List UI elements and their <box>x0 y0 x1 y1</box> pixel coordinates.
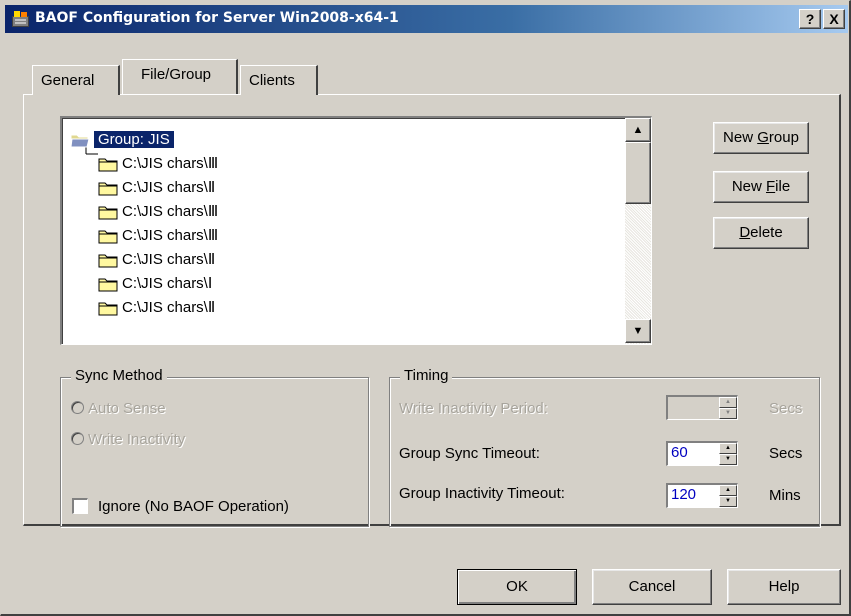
timing-legend: Timing <box>400 367 453 384</box>
ok-button[interactable]: OK <box>457 569 577 605</box>
spin-up-arrow-icon[interactable]: ▲ <box>719 397 737 408</box>
new-group-button[interactable]: New Group <box>713 122 809 154</box>
tree-item-label: C:\JIS chars\Ⅱ <box>122 179 216 196</box>
auto-sense-label: Auto Sense <box>88 400 166 417</box>
tree-item-label: C:\JIS chars\Ⅲ <box>122 203 219 220</box>
spin-down-arrow-icon[interactable]: ▼ <box>719 454 737 465</box>
folder-icon <box>98 230 118 244</box>
group-inactivity-unit: Mins <box>769 487 801 504</box>
folder-icon <box>98 278 118 292</box>
tree-item[interactable]: C:\JIS chars\Ⅰ <box>98 272 212 295</box>
ignore-checkbox[interactable] <box>72 498 88 514</box>
tree-item[interactable]: C:\JIS chars\Ⅲ <box>98 224 218 247</box>
write-inactivity-period-spinner[interactable]: ▲ ▼ <box>666 395 738 420</box>
file-group-tree[interactable]: Group: JIS C:\JIS chars\Ⅲ C:\JIS chars\Ⅱ… <box>60 116 652 345</box>
tree-scrollbar[interactable]: ▲ ▼ <box>625 118 651 344</box>
sync-method-legend: Sync Method <box>71 367 167 384</box>
folder-icon <box>98 158 118 172</box>
tab-clients[interactable]: Clients <box>240 65 318 95</box>
help-title-button[interactable]: ? <box>799 9 821 29</box>
new-group-label-prefix: New <box>723 129 758 146</box>
spin-down-arrow-icon[interactable]: ▼ <box>719 496 737 507</box>
tree-item-label: C:\JIS chars\Ⅱ <box>122 251 216 268</box>
spin-down-arrow-icon[interactable]: ▼ <box>719 408 737 419</box>
window-title: BAOF Configuration for Server Win2008-x6… <box>35 10 399 26</box>
delete-button[interactable]: Delete <box>713 217 809 249</box>
tree-item[interactable]: C:\JIS chars\Ⅲ <box>98 200 218 223</box>
tab-general[interactable]: General <box>32 65 120 95</box>
new-group-label-rest: roup <box>768 129 799 146</box>
write-inactivity-label: Write Inactivity <box>88 431 186 448</box>
spin-buttons[interactable]: ▲ ▼ <box>719 443 737 465</box>
scroll-up-arrow-icon[interactable]: ▲ <box>625 118 651 142</box>
tree-item-label: C:\JIS chars\Ⅲ <box>122 155 219 172</box>
spin-buttons[interactable]: ▲ ▼ <box>719 397 737 419</box>
new-group-accel-key: G <box>757 129 769 146</box>
tree-item[interactable]: C:\JIS chars\Ⅱ <box>98 176 215 199</box>
folder-icon <box>98 302 118 316</box>
write-inactivity-period-label: Write Inactivity Period: <box>399 400 548 417</box>
delete-accel-key: D <box>739 224 751 241</box>
folder-icon <box>98 206 118 220</box>
ignore-label: Ignore (No BAOF Operation) <box>98 498 289 515</box>
group-sync-unit: Secs <box>769 445 803 462</box>
new-file-label-rest: ile <box>775 178 791 195</box>
new-file-accel-key: F <box>766 178 776 195</box>
spin-up-arrow-icon[interactable]: ▲ <box>719 485 737 496</box>
help-button[interactable]: Help <box>727 569 841 605</box>
open-folder-icon <box>70 134 90 148</box>
tree-item[interactable]: C:\JIS chars\Ⅱ <box>98 248 215 271</box>
group-sync-timeout-spinner[interactable]: 60 ▲ ▼ <box>666 441 738 466</box>
tree-item[interactable]: C:\JIS chars\Ⅲ <box>98 152 218 175</box>
scroll-down-arrow-icon[interactable]: ▼ <box>625 319 651 343</box>
auto-sense-radio[interactable]: Auto Sense <box>71 400 166 417</box>
group-inactivity-timeout-spinner[interactable]: 120 ▲ ▼ <box>666 483 738 508</box>
tree-group-node[interactable]: Group: JIS <box>70 128 174 151</box>
tree-group-label: Group: JIS <box>94 131 174 148</box>
tree-item-label: C:\JIS chars\Ⅱ <box>122 299 216 316</box>
dialog-window: BAOF Configuration for Server Win2008-x6… <box>0 0 851 616</box>
tree-item-label: C:\JIS chars\Ⅰ <box>122 275 213 292</box>
folder-icon <box>98 254 118 268</box>
write-inactivity-radio[interactable]: Write Inactivity <box>71 431 185 448</box>
tree-item[interactable]: C:\JIS chars\Ⅱ <box>98 296 215 319</box>
radio-button-icon <box>71 432 84 445</box>
write-inactivity-unit: Secs <box>769 400 803 417</box>
cancel-button[interactable]: Cancel <box>592 569 712 605</box>
spin-buttons[interactable]: ▲ ▼ <box>719 485 737 507</box>
group-inactivity-timeout-label: Group Inactivity Timeout: <box>399 485 565 502</box>
tree-item-label: C:\JIS chars\Ⅲ <box>122 227 219 244</box>
new-file-label-prefix: New <box>731 178 766 195</box>
tab-file-group[interactable]: File/Group <box>122 59 238 94</box>
spin-up-arrow-icon[interactable]: ▲ <box>719 443 737 454</box>
close-title-button[interactable]: X <box>823 9 845 29</box>
title-bar[interactable]: BAOF Configuration for Server Win2008-x6… <box>5 5 848 33</box>
folder-icon <box>98 182 118 196</box>
group-sync-timeout-label: Group Sync Timeout: <box>399 445 540 462</box>
scrollbar-thumb[interactable] <box>625 142 651 204</box>
app-icon <box>12 11 29 27</box>
new-file-button[interactable]: New File <box>713 171 809 203</box>
delete-label-rest: elete <box>750 224 783 241</box>
radio-button-icon <box>71 401 84 414</box>
group-inactivity-timeout-value[interactable]: 120 <box>671 486 696 503</box>
group-sync-timeout-value[interactable]: 60 <box>671 444 688 461</box>
